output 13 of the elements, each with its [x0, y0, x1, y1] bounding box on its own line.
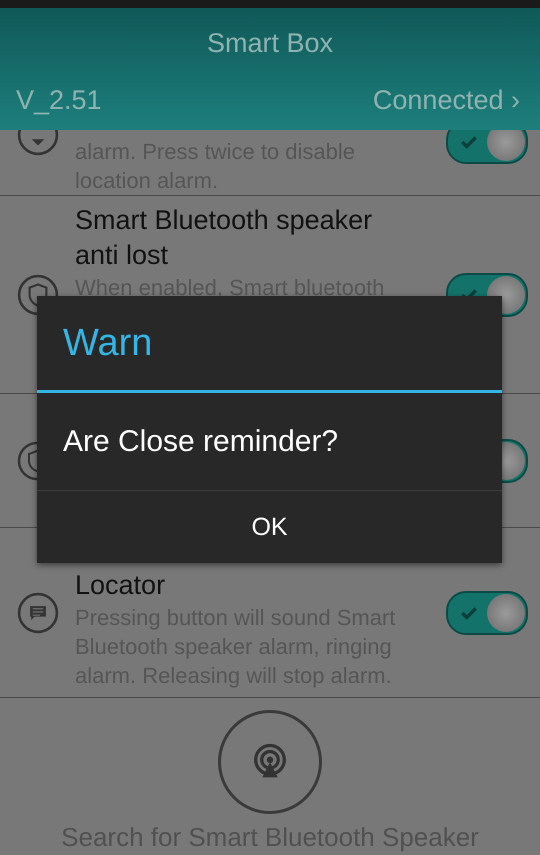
dialog-message: Are Close reminder? — [37, 393, 502, 491]
ok-button[interactable]: OK — [37, 491, 502, 563]
dialog-title: Warn — [37, 296, 502, 393]
setting-title: Locator — [75, 569, 166, 602]
app-title: Smart Box — [206, 27, 334, 59]
toggle-switch[interactable] — [446, 590, 528, 634]
check-icon — [460, 135, 478, 149]
search-device-button[interactable] — [218, 710, 322, 814]
setting-title: Smart Bluetooth speaker anti lost — [75, 204, 374, 272]
check-icon — [460, 606, 478, 620]
version-label: V_2.51 — [16, 85, 102, 116]
toggle-switch[interactable] — [446, 130, 528, 164]
message-icon — [17, 592, 59, 634]
